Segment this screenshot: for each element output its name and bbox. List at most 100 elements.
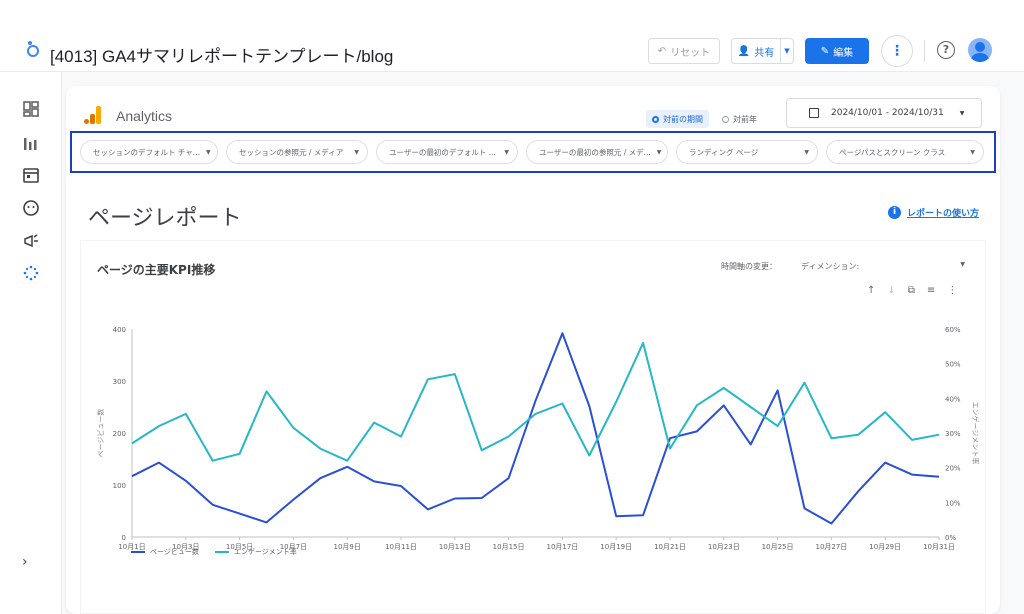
kpi-chart-card: ページの主要KPI推移 時間軸の変更： ディメンション: ▼ ↑ ↓ ⧉ ≡ ⋮… [80, 240, 986, 614]
y-tick-label-left: 0 [122, 534, 126, 542]
share-label: 共有 [754, 47, 775, 59]
legend-label: ページビュー数 [150, 548, 199, 556]
y-tick-label-right: 60% [945, 326, 961, 334]
dashboard-icon[interactable] [22, 100, 40, 118]
period-year-label: 対前年 [733, 114, 757, 124]
calendar-icon[interactable] [22, 166, 40, 184]
report-page: Analytics 対前の期間 対前年 2024/10/01 - 2024/10… [66, 86, 1000, 614]
filter-first-user-default-channel[interactable]: ユーザーの最初のデフォルト ... ▼ [376, 140, 518, 164]
x-tick-label: 10月13日 [439, 543, 471, 551]
filter-first-user-source-medium[interactable]: ユーザーの最初の参照元 / メデ... ▼ [526, 140, 668, 164]
filter-label: ユーザーの最初のデフォルト ... [389, 147, 496, 157]
pencil-icon: ✎ [820, 45, 830, 57]
page-heading: ページレポート [88, 206, 242, 231]
toolbar-divider [924, 40, 925, 62]
report-canvas: Analytics 対前の期間 対前年 2024/10/01 - 2024/10… [62, 72, 1024, 614]
filter-bar: セッションのデフォルト チャ... ▼ セッションの参照元 / メディア ▼ ユーザ… [70, 131, 996, 173]
face-icon[interactable] [22, 199, 40, 217]
edit-label: 編集 [833, 47, 854, 59]
caret-down-icon: ▼ [205, 148, 211, 156]
reset-button[interactable]: ↶ リセット [648, 38, 720, 64]
x-tick-label: 10月15日 [493, 543, 525, 551]
x-tick-label: 10月25日 [762, 543, 794, 551]
y-tick-label-right: 20% [945, 465, 961, 473]
edit-button[interactable]: ✎ 編集 [805, 38, 869, 64]
y-axis-title-right: エンゲージメント率 [971, 402, 980, 465]
google-analytics-logo-icon [84, 106, 104, 126]
help-icon[interactable]: ? [937, 41, 955, 59]
y-tick-label-right: 0% [945, 534, 956, 542]
left-nav: › [0, 72, 62, 614]
legend-item-pageviews[interactable]: ページビュー数 [131, 547, 199, 557]
y-tick-label-right: 30% [945, 430, 961, 438]
line-chart: 01002003004000%10%20%30%40%50%60%10月1日 10… [96, 326, 980, 551]
y-tick-label-right: 50% [945, 361, 961, 369]
expand-nav-chevron-icon[interactable]: › [22, 554, 28, 570]
caret-down-icon: ▼ [970, 148, 975, 156]
legend-swatch [131, 551, 145, 553]
info-icon: i [888, 206, 901, 219]
legend-item-engagement[interactable]: エンゲージメント率 [214, 547, 297, 557]
x-tick-label: 10月21日 [654, 543, 686, 551]
filter-session-default-channel[interactable]: セッションのデフォルト チャ... ▼ [80, 140, 218, 164]
x-tick-label: 10月9日 [334, 543, 361, 551]
legend-swatch [214, 551, 229, 553]
filter-page-path-screen-class[interactable]: ページパスとスクリーン クラス ▼ [826, 140, 984, 164]
period-previous-radio[interactable]: 対前の期間 [646, 110, 709, 128]
chart-legend: ページビュー数 エンゲージメント率 [131, 547, 297, 557]
filter-session-source-medium[interactable]: セッションの参照元 / メディア ▼ [226, 140, 368, 164]
undo-icon: ↶ [657, 45, 667, 57]
x-tick-label: 10月23日 [708, 543, 740, 551]
y-tick-label-left: 200 [113, 430, 126, 438]
analytics-brand: Analytics [116, 108, 173, 124]
filter-label: セッションのデフォルト チャ... [93, 147, 200, 157]
x-tick-label: 10月11日 [385, 543, 417, 551]
share-dropdown-button[interactable]: ▼ [780, 38, 794, 64]
y-tick-label-left: 100 [113, 482, 126, 490]
x-tick-label: 10月17日 [546, 543, 578, 551]
howto-label: レポートの使い方 [907, 209, 980, 219]
x-tick-label: 10月29日 [869, 543, 901, 551]
x-tick-label: 10月19日 [600, 543, 632, 551]
more-vert-icon: ⋮ [890, 43, 904, 59]
caret-down-icon: ▼ [804, 148, 809, 156]
x-tick-label: 10月27日 [815, 543, 847, 551]
date-range-value: 2024/10/01 - 2024/10/31 [831, 108, 944, 118]
y-tick-label-left: 400 [113, 326, 126, 334]
filter-label: セッションの参照元 / メディア [239, 147, 344, 157]
looker-studio-logo-icon[interactable] [24, 40, 42, 58]
top-bar: [4013] GA4サマリレポートテンプレート/blog ↶ リセット 👤 共有… [0, 0, 1024, 72]
report-title[interactable]: [4013] GA4サマリレポートテンプレート/blog [50, 42, 393, 67]
x-tick-label: 10月31日 [923, 543, 955, 551]
series-line-pageviews [131, 332, 940, 525]
y-axis-title-left: ページビュー数 [96, 409, 105, 458]
y-tick-label-right: 10% [945, 499, 961, 507]
radio-selected-icon [652, 115, 659, 123]
radio-unselected-icon [722, 115, 729, 123]
add-person-icon: 👤 [737, 45, 751, 57]
caret-down-icon: ▼ [959, 109, 965, 117]
avatar[interactable] [968, 38, 992, 62]
bar-chart-icon[interactable] [22, 134, 40, 152]
filter-label: ページパスとスクリーン クラス [839, 147, 946, 157]
reset-label: リセット [670, 47, 711, 59]
campaign-icon[interactable] [22, 232, 40, 250]
caret-down-icon: ▼ [656, 148, 662, 156]
caret-down-icon: ▼ [784, 47, 790, 55]
share-button[interactable]: 👤 共有 [731, 38, 781, 64]
legend-label: エンゲージメント率 [233, 548, 297, 556]
y-tick-label-left: 300 [113, 378, 126, 386]
calendar-small-icon [809, 108, 819, 118]
filter-label: ユーザーの最初の参照元 / メデ... [539, 147, 651, 157]
filter-landing-page[interactable]: ランディング ページ ▼ [676, 140, 818, 164]
howto-link[interactable]: i レポートの使い方 [888, 206, 979, 219]
explore-sparkle-icon[interactable] [22, 264, 40, 282]
period-previous-label: 対前の期間 [663, 114, 703, 124]
caret-down-icon: ▼ [354, 148, 359, 156]
period-year-radio[interactable]: 対前年 [716, 110, 763, 128]
filter-label: ランディング ページ [689, 147, 759, 157]
caret-down-icon: ▼ [504, 148, 509, 156]
date-range-picker[interactable]: 2024/10/01 - 2024/10/31 ▼ [786, 98, 982, 128]
more-options-button[interactable]: ⋮ [881, 35, 913, 67]
y-tick-label-right: 40% [945, 395, 961, 403]
